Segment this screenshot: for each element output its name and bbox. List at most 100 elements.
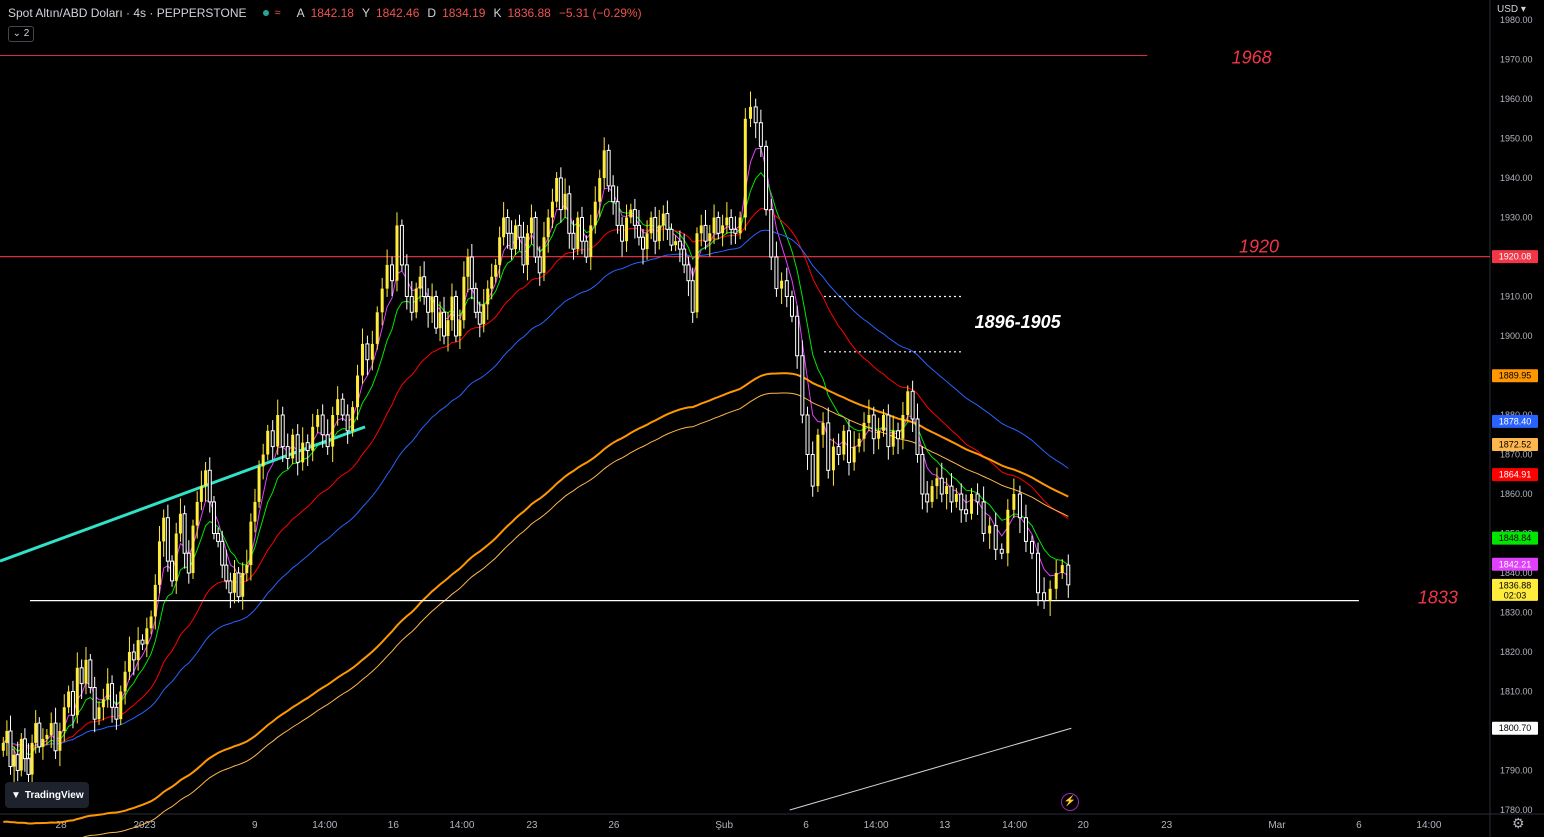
candle-body	[712, 217, 716, 234]
candle-body	[558, 177, 563, 211]
candle-body	[525, 233, 529, 265]
x-tick-label: 14:00	[312, 820, 337, 831]
candle-body	[170, 560, 175, 582]
price-label-text: 1889.95	[1499, 371, 1532, 381]
candle-body	[789, 296, 794, 317]
x-tick-label: 20	[1078, 820, 1090, 831]
candle-body	[399, 224, 404, 266]
candle-body	[149, 616, 153, 629]
candle-body	[645, 233, 649, 250]
candle-body	[305, 442, 310, 452]
candle-body	[336, 399, 340, 415]
y-tick-label: 1960.00	[1500, 94, 1533, 104]
candle-body	[690, 280, 695, 313]
candle-body	[62, 707, 66, 731]
candle-body	[434, 296, 439, 329]
candle-body	[97, 707, 101, 720]
candle-body	[220, 540, 225, 566]
price-label-text: 1842.21	[1499, 559, 1532, 569]
indicators-collapse-button[interactable]: ⌄ 2	[8, 26, 34, 42]
candle-body	[764, 145, 769, 211]
candle-body	[749, 106, 753, 119]
candle-body	[123, 671, 127, 692]
candle-body	[620, 224, 625, 242]
y-tick-label: 1940.00	[1500, 173, 1533, 183]
candle-body	[228, 580, 233, 594]
x-tick-label: Şub	[715, 820, 733, 831]
candle-body	[954, 494, 958, 502]
tradingview-logo[interactable]: ▼ TradingView	[5, 782, 89, 808]
candle-body	[970, 494, 974, 514]
candle-body	[331, 415, 335, 447]
candle-body	[418, 276, 422, 289]
candle-body	[826, 422, 831, 471]
price-chart[interactable]: 1780.001790.001800.001810.001820.001830.…	[0, 0, 1544, 837]
candle-body	[665, 213, 670, 230]
candle-body	[1006, 509, 1010, 554]
candle-body	[178, 513, 182, 534]
candle-body	[959, 493, 964, 511]
candle-body	[674, 241, 678, 246]
candle-body	[716, 217, 721, 234]
candle-body	[669, 228, 674, 246]
candle-body	[901, 415, 905, 439]
candle-body	[438, 312, 442, 329]
candle-body	[88, 659, 93, 689]
candle-body	[466, 257, 470, 277]
close-value: 1836.88	[507, 6, 551, 20]
price-label-text: 1836.88	[1499, 580, 1532, 590]
price-label-text: 1848.84	[1499, 533, 1532, 543]
candle-body	[295, 434, 300, 463]
candle-body	[498, 237, 502, 265]
candle-body	[385, 264, 389, 289]
candle-body	[542, 237, 546, 273]
candle-body	[414, 288, 418, 313]
candle-body	[84, 659, 88, 684]
candle-body	[871, 414, 876, 440]
candle-body	[852, 446, 856, 463]
settings-gear-icon[interactable]: ⚙	[1512, 815, 1525, 832]
candle-body	[682, 248, 687, 266]
candle-body	[320, 414, 325, 436]
candle-body	[110, 683, 115, 708]
candle-body	[579, 217, 584, 242]
candle-body	[22, 738, 27, 760]
x-tick-label: 6	[803, 820, 809, 831]
candle-body	[509, 232, 514, 250]
close-label: K	[493, 6, 502, 20]
candle-body	[41, 738, 45, 747]
candle-body	[45, 734, 49, 739]
candle-body	[370, 343, 374, 360]
y-tick-label: 1860.00	[1500, 489, 1533, 499]
candle-body	[975, 493, 980, 503]
candle-body	[925, 493, 930, 503]
candle-body	[199, 486, 203, 502]
currency-selector[interactable]: USD ▾	[1497, 4, 1526, 15]
candle-body	[253, 501, 257, 522]
tv-icon: ▼	[11, 789, 21, 801]
x-tick-label: 23	[526, 820, 538, 831]
candle-body	[390, 264, 395, 282]
symbol-title[interactable]: Spot Altın/ABD Doları · 4s · PEPPERSTONE	[8, 6, 247, 20]
candle-body	[127, 652, 131, 672]
candle-body	[12, 754, 16, 767]
candle-body	[550, 201, 554, 218]
candle-body	[482, 304, 486, 325]
candle-body	[182, 513, 187, 554]
candle-body	[632, 209, 637, 226]
candle-body	[261, 454, 265, 467]
candle-body	[896, 430, 901, 440]
ma-line-white	[789, 727, 1072, 811]
candle-body	[505, 217, 510, 234]
candle-body	[867, 415, 871, 423]
candle-body	[877, 430, 881, 439]
candle-body	[629, 209, 633, 218]
candle-body	[30, 742, 34, 775]
candle-body	[563, 193, 567, 210]
trendline	[0, 425, 366, 563]
candle-body	[657, 225, 661, 242]
ma-line-blue	[3, 229, 1069, 747]
lightning-icon[interactable]: ⚡	[1061, 793, 1079, 811]
candle-body	[725, 217, 729, 226]
candle-body	[930, 486, 934, 502]
